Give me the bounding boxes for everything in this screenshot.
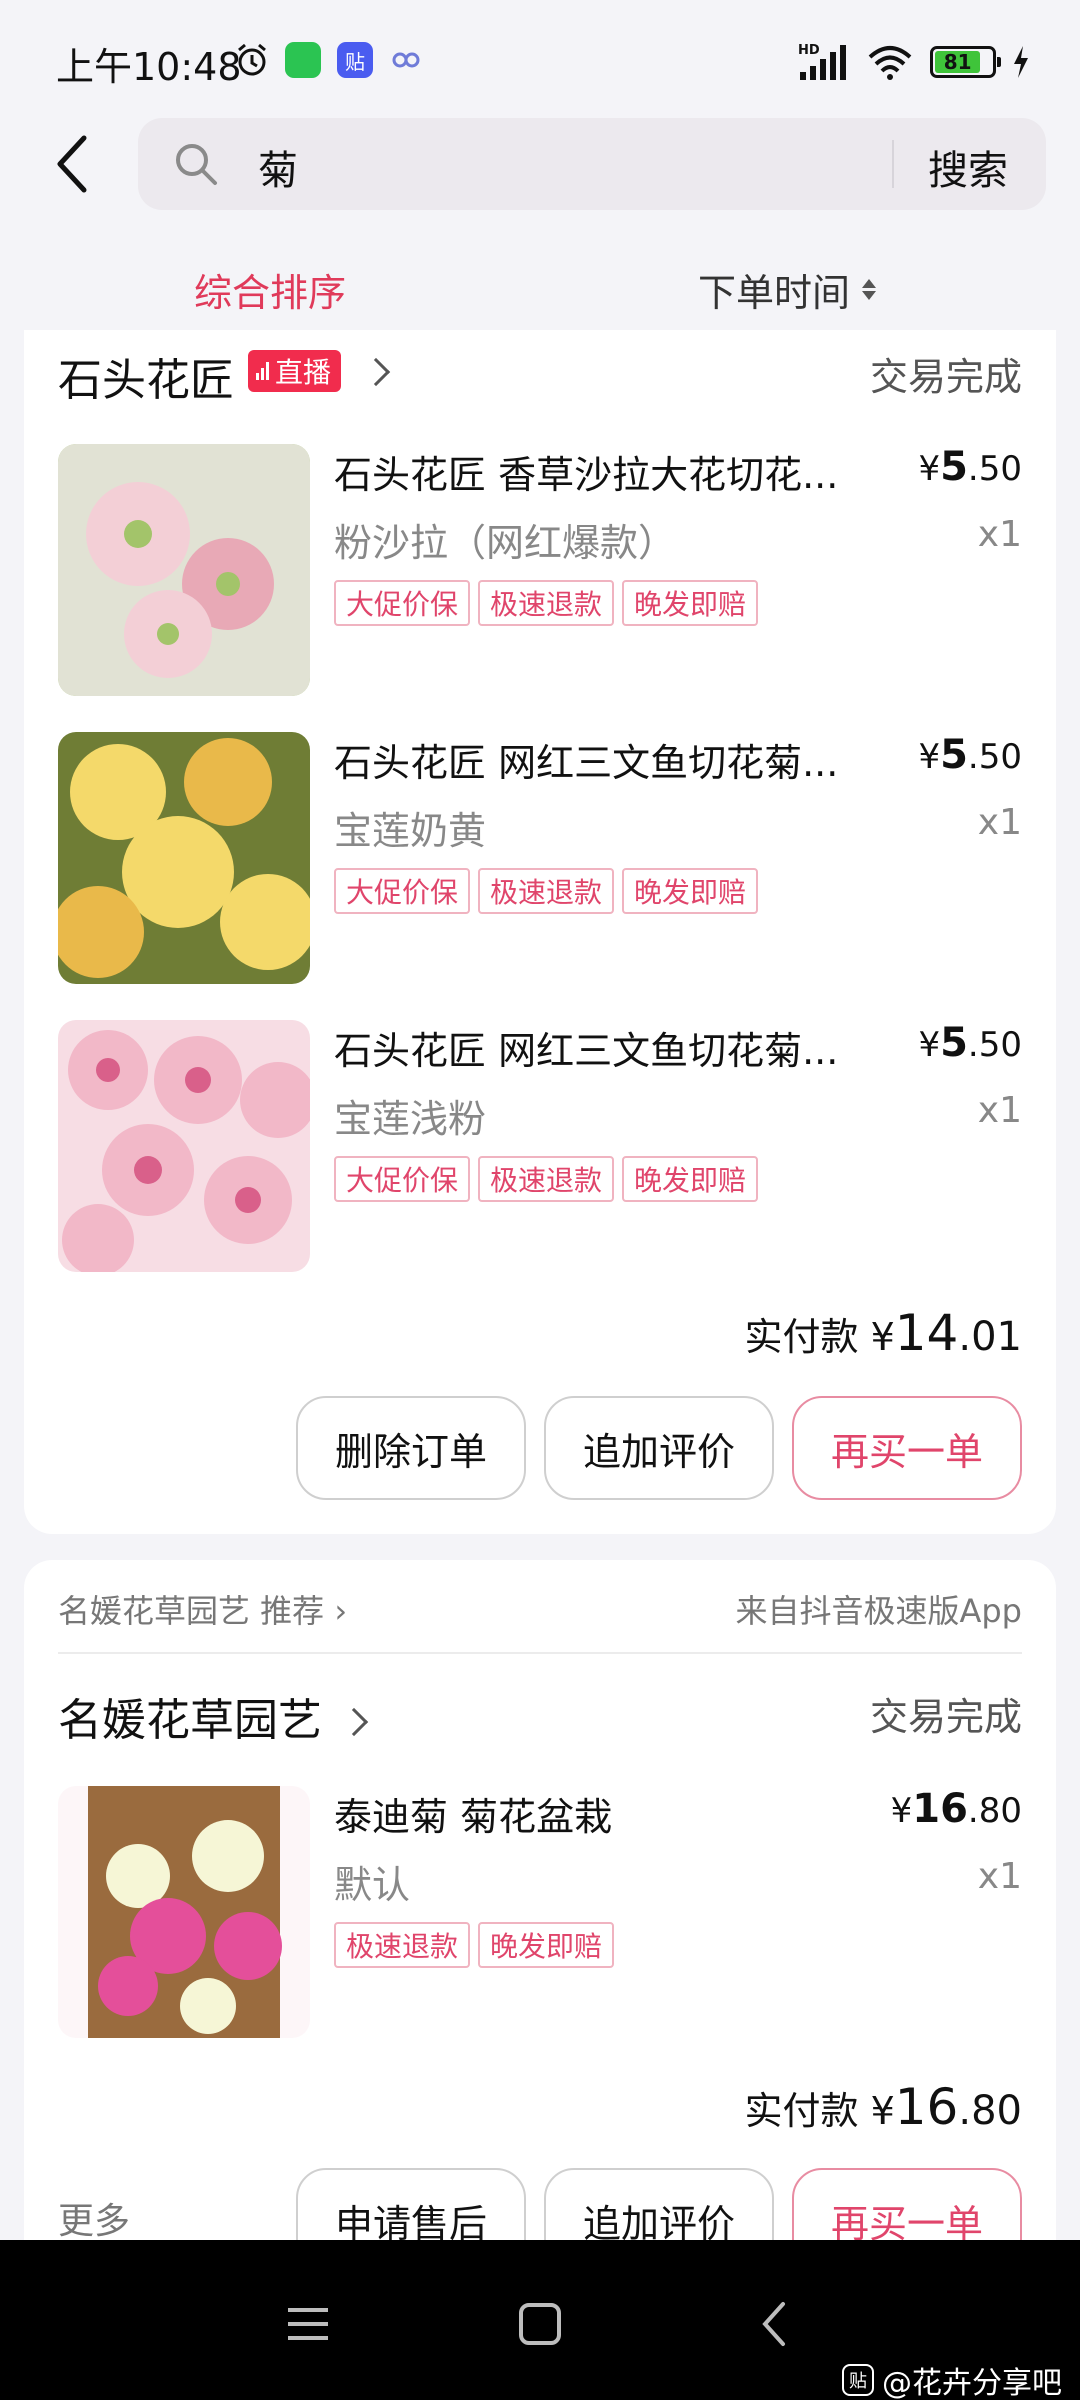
service-tag: 极速退款 [478, 868, 615, 914]
system-nav-bar: 贴 @花卉分享吧 [0, 2240, 1080, 2400]
wifi-icon [868, 46, 912, 80]
product-image[interactable] [58, 444, 310, 696]
watermark: 贴 @花卉分享吧 [842, 2358, 1062, 2400]
tieba-icon: 贴 [337, 42, 373, 78]
chevron-right-icon[interactable] [361, 357, 391, 387]
product-price: ¥5.50 [918, 732, 1022, 778]
service-tags: 大促价保 极速退款 晚发即赔 [334, 868, 759, 914]
recommend-link[interactable]: 名媛花草园艺 推荐 › [58, 1586, 347, 1632]
product-qty: x1 [977, 802, 1022, 843]
service-tags: 极速退款 晚发即赔 [334, 1922, 615, 1968]
order-source: 来自抖音极速版App [735, 1592, 1022, 1630]
product-image[interactable] [58, 1020, 310, 1272]
product-spec: 粉沙拉（网红爆款） [334, 521, 677, 565]
product-price: ¥16.80 [890, 1786, 1022, 1832]
product-spec: 宝莲浅粉 [334, 1097, 487, 1141]
search-divider [892, 140, 894, 188]
product-qty: x1 [977, 514, 1022, 555]
service-tag: 极速退款 [478, 580, 615, 626]
live-badge[interactable]: 直播 [248, 350, 342, 392]
menu-icon[interactable] [268, 2284, 348, 2364]
service-tags: 大促价保 极速退款 晚发即赔 [334, 580, 759, 626]
total-paid: 实付款 ¥16.80 [744, 2078, 1022, 2136]
service-tag: 晚发即赔 [622, 580, 759, 626]
delete-order-button[interactable]: 删除订单 [296, 1396, 526, 1500]
charging-icon [1014, 46, 1028, 78]
product-image[interactable] [58, 1786, 310, 2038]
service-tag: 晚发即赔 [478, 1922, 615, 1968]
watermark-text: @花卉分享吧 [882, 2366, 1062, 2400]
product-spec: 宝莲奶黄 [334, 809, 487, 853]
search-button[interactable]: 搜索 [928, 138, 1008, 196]
product-spec: 默认 [334, 1863, 411, 1907]
signal-icon: HD [798, 43, 846, 80]
order-status: 交易完成 [869, 1695, 1022, 1739]
svg-text:HD: HD [798, 43, 820, 58]
shop-name[interactable]: 名媛花草园艺 [58, 1684, 322, 1748]
tab-order-time-label: 下单时间 [698, 271, 851, 315]
potted-chrysanthemum-photo [88, 1786, 282, 2038]
chrysanthemum-photo [58, 444, 310, 696]
divider [58, 1652, 1022, 1654]
home-icon[interactable] [500, 2284, 580, 2364]
order-card: 石头花匠 直播 交易完成 石头花匠 香草沙拉大花切花... ¥5.50 粉沙拉（… [24, 330, 1056, 1534]
service-tag: 大促价保 [334, 1156, 471, 1202]
back-button[interactable] [44, 128, 100, 200]
product-qty: x1 [977, 1856, 1022, 1897]
total-amount-int: 14 [894, 1304, 959, 1362]
chrysanthemum-photo [58, 732, 310, 984]
total-currency: ¥ [870, 1315, 895, 1359]
buy-again-button[interactable]: 再买一单 [792, 1396, 1022, 1500]
product-title[interactable]: 石头花匠 香草沙拉大花切花... [334, 444, 894, 499]
product-title[interactable]: 石头花匠 网红三文鱼切花菊... [334, 1020, 894, 1075]
total-label: 实付款 [744, 2089, 859, 2133]
service-tag: 极速退款 [334, 1922, 471, 1968]
status-time: 上午10:48 [56, 45, 242, 89]
live-icon [256, 362, 269, 380]
back-icon[interactable] [734, 2284, 814, 2364]
order-status: 交易完成 [869, 355, 1022, 399]
total-currency: ¥ [870, 2089, 895, 2133]
tab-order-time[interactable]: 下单时间 [698, 262, 877, 317]
total-paid: 实付款 ¥14.01 [744, 1304, 1022, 1362]
search-icon [176, 144, 217, 185]
sort-arrows-icon [862, 279, 877, 300]
battery-level: 81 [935, 50, 981, 74]
butterfly-app-icon [392, 52, 420, 68]
search-input[interactable]: 菊 搜索 [138, 118, 1046, 210]
tab-comprehensive-sort[interactable]: 综合排序 [194, 262, 346, 317]
more-link[interactable]: 更多 [58, 2192, 130, 2244]
chevron-right-icon[interactable] [339, 1707, 369, 1737]
product-title[interactable]: 泰迪菊 菊花盆栽 [334, 1786, 894, 1841]
service-tag: 晚发即赔 [622, 868, 759, 914]
back-arrow-icon [57, 135, 87, 193]
status-bar: 上午10:48 贴 HD 81 [0, 0, 1080, 118]
service-tag: 大促价保 [334, 580, 471, 626]
live-badge-label: 直播 [275, 356, 332, 389]
shop-name[interactable]: 石头花匠 [58, 344, 234, 408]
product-price: ¥5.50 [918, 444, 1022, 490]
service-tag: 大促价保 [334, 868, 471, 914]
product-qty: x1 [977, 1090, 1022, 1131]
search-query: 菊 [258, 148, 298, 194]
service-tag: 晚发即赔 [622, 1156, 759, 1202]
wechat-icon [285, 42, 321, 78]
product-image[interactable] [58, 732, 310, 984]
total-label: 实付款 [744, 1315, 859, 1359]
total-amount-dec: .01 [958, 1314, 1022, 1360]
service-tag: 极速退款 [478, 1156, 615, 1202]
tieba-logo-icon: 贴 [842, 2364, 874, 2396]
total-amount-int: 16 [894, 2078, 959, 2136]
service-tags: 大促价保 极速退款 晚发即赔 [334, 1156, 759, 1202]
alarm-icon [238, 43, 266, 76]
battery-indicator: 81 [930, 46, 1001, 78]
chrysanthemum-photo [58, 1020, 310, 1272]
status-icons: HD 81 [798, 40, 1030, 84]
add-review-button[interactable]: 追加评价 [544, 1396, 774, 1500]
product-price: ¥5.50 [918, 1020, 1022, 1066]
product-title[interactable]: 石头花匠 网红三文鱼切花菊... [334, 732, 894, 787]
total-amount-dec: .80 [958, 2088, 1022, 2134]
